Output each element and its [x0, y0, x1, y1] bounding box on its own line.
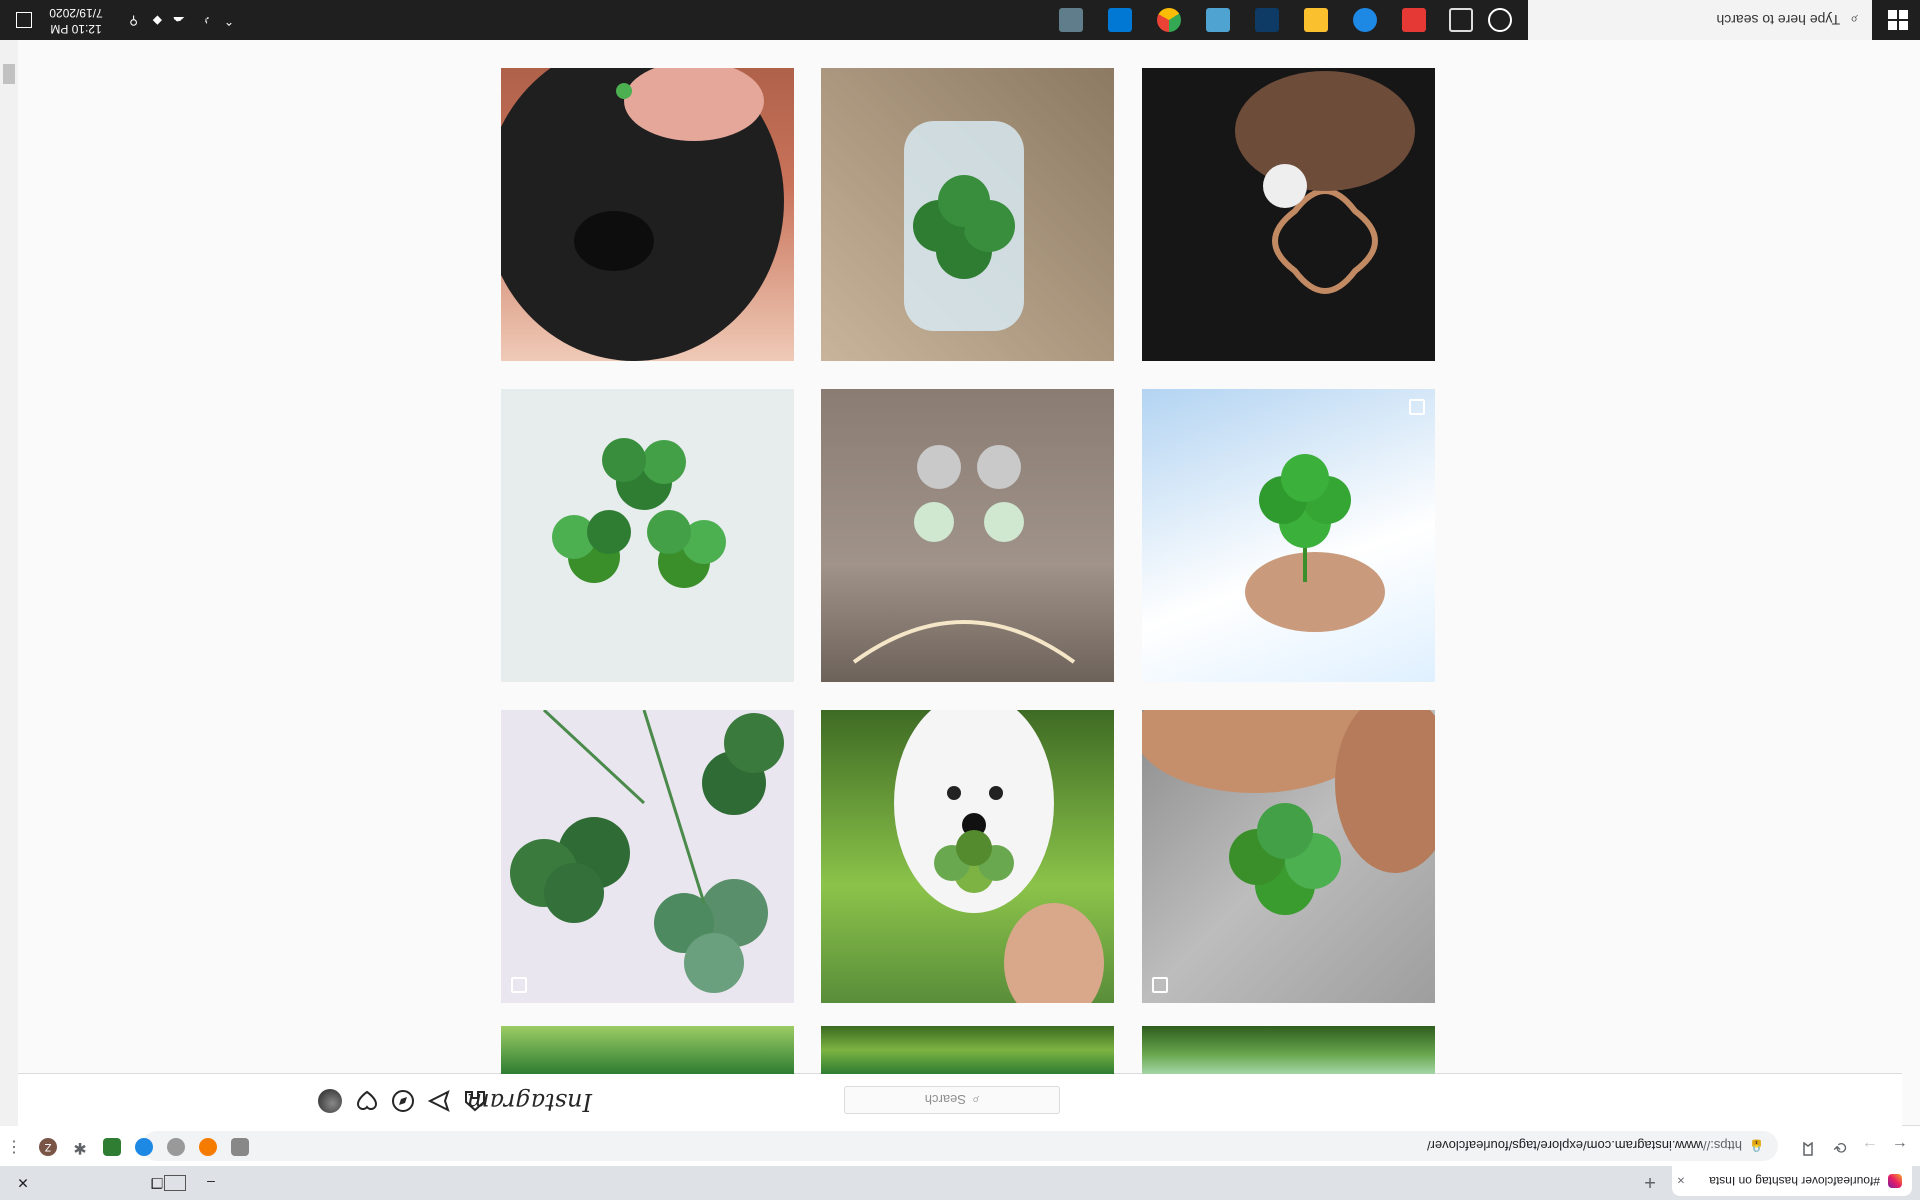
tab-title: #fourleafclover hashtag on Insta: [1709, 1174, 1880, 1188]
bookmark-icon[interactable]: [1794, 1132, 1822, 1160]
clock-date: 7/19/2020: [49, 6, 103, 20]
dog-nose-with-clover-image: [501, 68, 784, 361]
extension-icon-4[interactable]: [135, 1138, 153, 1156]
home-icon[interactable]: [463, 1089, 487, 1113]
clover-in-glass-image: [904, 121, 1024, 331]
clock-time: 12:10 PM: [50, 22, 102, 36]
post-thumbnail[interactable]: [501, 389, 794, 682]
clover-cookie-cutter-image: [1235, 71, 1415, 294]
windows-taskbar: ⌕ Type here to search ⌃ ♪ ☁ ◆ ⚲ 12:10 PM…: [0, 0, 1920, 40]
extension-icon-3[interactable]: [167, 1138, 185, 1156]
clover-earrings-image: [852, 445, 1076, 664]
post-thumbnail[interactable]: [1142, 68, 1435, 361]
snap-layout-icon[interactable]: [164, 1175, 186, 1191]
post-thumbnail[interactable]: [501, 710, 794, 1003]
settings-app-icon[interactable]: [1108, 8, 1132, 32]
profile-avatar[interactable]: Z: [39, 1138, 57, 1156]
lock-icon: 🔒: [1749, 1139, 1764, 1153]
browser-tab-instagram[interactable]: #fourleafclover hashtag on Insta ×: [1672, 1166, 1912, 1196]
screen-rotated-180: #fourleafclover hashtag on Insta × + – ❐…: [0, 0, 1920, 1200]
instagram-search-input[interactable]: ⌕ Search: [844, 1086, 1060, 1114]
four-leaf-clovers-image: [510, 710, 784, 993]
multiple-images-icon: [1409, 399, 1425, 415]
white-dog-with-clover-image: [894, 710, 1104, 1003]
minimize-button[interactable]: –: [188, 1166, 234, 1200]
file-explorer-icon[interactable]: [1304, 8, 1328, 32]
chrome-icon[interactable]: [1157, 8, 1181, 32]
post-thumbnail[interactable]: [1142, 389, 1435, 682]
post-thumbnail[interactable]: [1142, 710, 1435, 1003]
three-clovers-image: [552, 438, 726, 588]
explore-compass-icon[interactable]: [391, 1089, 415, 1113]
clover-in-hand-image: [1142, 710, 1435, 915]
volume-icon[interactable]: ♪: [204, 14, 210, 28]
profile-avatar[interactable]: [318, 1089, 342, 1113]
post-thumbnail[interactable]: [821, 710, 1114, 1003]
extensions-puzzle-icon[interactable]: ✱: [71, 1138, 89, 1156]
task-view-icon[interactable]: [1449, 8, 1473, 32]
page-scrollbar-thumb[interactable]: [3, 64, 15, 84]
address-bar[interactable]: 🔒 https:// www.instagram.com/explore/tag…: [142, 1131, 1778, 1161]
clover-against-sky-image: [1245, 454, 1385, 632]
url-text: www.instagram.com/explore/tags/fourleafc…: [1426, 1138, 1703, 1154]
notification-center-icon[interactable]: [16, 12, 32, 28]
post-thumbnail[interactable]: [821, 1026, 1114, 1074]
direct-messages-icon[interactable]: [427, 1089, 451, 1113]
network-icon[interactable]: ⚲: [129, 14, 138, 28]
multiple-images-icon: [511, 977, 527, 993]
instagram-favicon-icon: [1888, 1174, 1902, 1188]
new-tab-button[interactable]: +: [1638, 1170, 1662, 1194]
extension-icon-2[interactable]: [199, 1138, 217, 1156]
onedrive-icon[interactable]: ☁: [173, 14, 185, 28]
post-thumbnail[interactable]: [501, 68, 794, 361]
windows-start-icon[interactable]: [1888, 10, 1908, 30]
taskbar-search-box[interactable]: ⌕ Type here to search: [1528, 0, 1872, 40]
tab-close-icon[interactable]: ×: [1672, 1174, 1690, 1189]
browser-menu-button[interactable]: ⋮: [0, 1132, 28, 1160]
page-scrollbar-track[interactable]: [0, 39, 18, 1126]
forward-button[interactable]: →: [1856, 1132, 1884, 1160]
search-icon: ⌕: [1850, 12, 1858, 29]
taskbar-search-placeholder: Type here to search: [1716, 12, 1841, 28]
post-thumbnail[interactable]: [1142, 1026, 1435, 1074]
post-thumbnail[interactable]: [821, 389, 1114, 682]
chevron-up-icon[interactable]: ⌃: [224, 14, 234, 28]
browser-tab-strip: #fourleafclover hashtag on Insta × + – ❐…: [0, 1166, 1920, 1200]
search-placeholder: Search: [924, 1092, 966, 1108]
activity-heart-icon[interactable]: [355, 1089, 379, 1113]
taskbar-clock[interactable]: 12:10 PM 7/19/2020: [41, 5, 111, 37]
post-thumbnail[interactable]: [501, 1026, 794, 1074]
dropbox-icon[interactable]: ◆: [153, 14, 162, 28]
post-thumbnail[interactable]: [821, 68, 1114, 361]
microsoft-store-icon[interactable]: [1402, 8, 1426, 32]
instagram-header: Instagram ⌕ Search: [0, 1073, 1902, 1126]
reload-button[interactable]: ⟳: [1826, 1132, 1854, 1160]
calculator-icon[interactable]: [1059, 8, 1083, 32]
back-button[interactable]: ←: [1886, 1132, 1914, 1160]
multiple-images-icon: [1152, 977, 1168, 993]
magnifier-icon: ⌕: [971, 1093, 980, 1108]
cortana-icon[interactable]: [1488, 8, 1512, 32]
photoshop-icon[interactable]: [1255, 8, 1279, 32]
photos-icon[interactable]: [1206, 8, 1230, 32]
browser-toolbar: ← → ⟳ 🔒 https:// www.instagram.com/explo…: [0, 1125, 1920, 1166]
close-window-button[interactable]: ✕: [0, 1166, 46, 1200]
edge-icon[interactable]: [1353, 8, 1377, 32]
extension-icon-1[interactable]: [231, 1138, 249, 1156]
extension-icon-5[interactable]: [103, 1138, 121, 1156]
url-scheme: https://: [1702, 1138, 1742, 1154]
